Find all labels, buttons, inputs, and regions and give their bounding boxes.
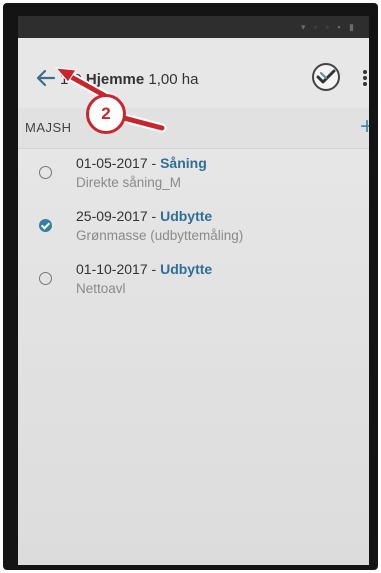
- app-bar: 1-0 Hjemme 1,00 ha: [18, 38, 369, 108]
- field-number: 1-0: [60, 71, 86, 88]
- event-detail: Grønmasse (udbyttemåling): [76, 228, 244, 243]
- status-icons: ▾ ◦ ◦ ▪ ▮: [300, 22, 357, 32]
- event-date: 01-10-2017: [76, 261, 148, 277]
- confirm-check-icon[interactable]: [310, 61, 342, 93]
- event-type: Udbytte: [160, 208, 213, 224]
- list-item[interactable]: 25-09-2017 - Udbytte Grønmasse (udbyttem…: [18, 202, 369, 255]
- crop-section-header: MAJSH +: [18, 108, 369, 149]
- more-options-icon[interactable]: [361, 66, 369, 90]
- event-radio[interactable]: [39, 166, 52, 179]
- app-screen: ▾ ◦ ◦ ▪ ▮ 1-0 Hjemme 1,00 ha MAJSH + 01-…: [18, 16, 369, 565]
- event-radio-checked[interactable]: [39, 219, 52, 232]
- event-radio[interactable]: [39, 272, 52, 285]
- status-bar: ▾ ◦ ◦ ▪ ▮: [18, 16, 369, 38]
- crop-section-label: MAJSH: [25, 120, 72, 135]
- phone-frame: ▾ ◦ ◦ ▪ ▮ 1-0 Hjemme 1,00 ha MAJSH + 01-…: [3, 3, 378, 570]
- back-arrow-icon[interactable]: [34, 66, 58, 90]
- event-title: 25-09-2017 - Udbytte: [76, 208, 212, 224]
- step-number-badge: 2: [86, 94, 126, 134]
- event-separator: -: [147, 208, 161, 224]
- event-type: Såning: [160, 155, 207, 171]
- field-area: 1,00 ha: [144, 71, 199, 88]
- list-item[interactable]: 01-10-2017 - Udbytte Nettoavl: [18, 255, 369, 308]
- event-separator: -: [147, 155, 161, 171]
- event-title: 01-10-2017 - Udbytte: [76, 261, 212, 277]
- field-name: Hjemme: [85, 71, 145, 88]
- event-detail: Nettoavl: [76, 281, 126, 296]
- list-item[interactable]: 01-05-2017 - Såning Direkte såning_M: [18, 149, 369, 202]
- event-title: 01-05-2017 - Såning: [76, 155, 207, 171]
- event-date: 25-09-2017: [76, 208, 148, 224]
- event-date: 01-05-2017: [76, 155, 148, 171]
- field-title: 1-0 Hjemme 1,00 ha: [60, 71, 198, 88]
- event-detail: Direkte såning_M: [76, 175, 182, 190]
- add-event-button[interactable]: +: [356, 113, 369, 141]
- event-separator: -: [147, 261, 161, 277]
- event-list: 01-05-2017 - Såning Direkte såning_M 25-…: [18, 149, 369, 308]
- event-type: Udbytte: [160, 261, 213, 277]
